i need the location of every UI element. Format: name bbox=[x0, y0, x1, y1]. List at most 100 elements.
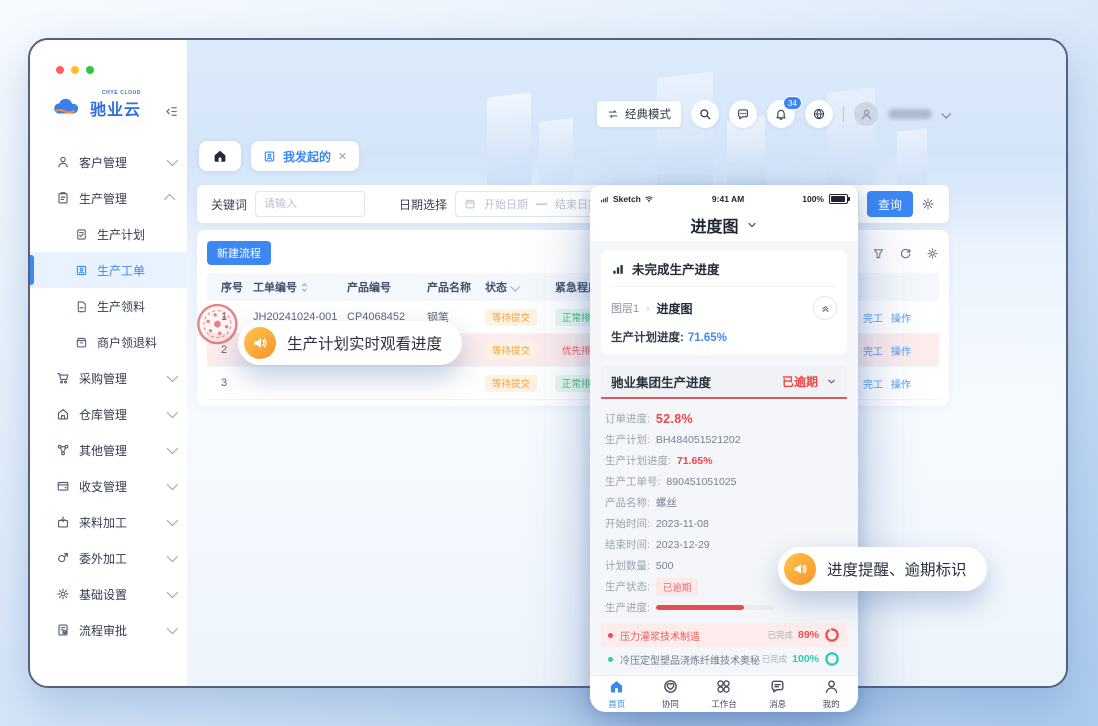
speaker-icon[interactable] bbox=[244, 327, 276, 359]
chevron-down-icon bbox=[167, 371, 178, 382]
battery-percent: 100% bbox=[802, 194, 824, 204]
keyword-input[interactable] bbox=[255, 191, 365, 217]
row-action-link[interactable]: 操作 bbox=[891, 376, 911, 391]
sidebar-item-incoming[interactable]: 来料加工 bbox=[30, 504, 187, 540]
sidebar-item-merchant-return[interactable]: 商户领退料 bbox=[30, 324, 187, 360]
process-row[interactable]: 压力灌浆技术制造已完成89% bbox=[601, 623, 847, 647]
chevron-down-icon bbox=[167, 155, 178, 166]
plan-progress-line: 生产计划进度:71.65% bbox=[611, 329, 837, 345]
detail-label: 产品名称: bbox=[605, 495, 650, 510]
completion-ring-icon bbox=[824, 651, 840, 667]
sidebar-item-picking[interactable]: 生产领料 bbox=[30, 288, 187, 324]
sidebar-menu: 客户管理生产管理生产计划生产工单生产领料商户领退料采购管理仓库管理其他管理收支管… bbox=[30, 144, 187, 648]
chevron-up-icon bbox=[164, 194, 175, 205]
signal-icon bbox=[600, 194, 610, 204]
detail-value: 2023-11-08 bbox=[656, 518, 709, 530]
date-range-picker[interactable]: 开始日期 — 结束日期 bbox=[455, 191, 608, 217]
filter-settings-icon[interactable] bbox=[921, 197, 935, 211]
window-controls[interactable] bbox=[56, 66, 94, 74]
search-button[interactable] bbox=[691, 100, 719, 128]
sidebar-item-finance[interactable]: 收支管理 bbox=[30, 468, 187, 504]
detail-row: 订单进度:52.8% bbox=[605, 408, 843, 429]
sidebar-item-base-settings[interactable]: 基础设置 bbox=[30, 576, 187, 612]
phone-nav-nhome[interactable]: 首页 bbox=[590, 676, 644, 712]
sidebar-item-label: 仓库管理 bbox=[79, 406, 127, 423]
phone-nav-nmsg[interactable]: 消息 bbox=[751, 676, 805, 712]
close-window-button[interactable] bbox=[56, 66, 64, 74]
detail-label: 生产工单号: bbox=[605, 474, 660, 489]
row-action-link[interactable]: 完工 bbox=[863, 376, 883, 391]
column-header[interactable]: 状态 bbox=[485, 279, 555, 295]
process-row[interactable]: 冷压定型塑品浇炼纤维技术奥秘已完成100% bbox=[601, 647, 847, 671]
sidebar-item-label: 收支管理 bbox=[79, 478, 127, 495]
collapse-card-button[interactable] bbox=[813, 296, 837, 320]
phone-nav-nmine[interactable]: 我的 bbox=[804, 676, 858, 712]
detail-row: 开始时间:2023-11-08 bbox=[605, 513, 843, 534]
filter-funnel-icon[interactable] bbox=[872, 247, 885, 260]
detail-row: 产品名称:螺丝 bbox=[605, 492, 843, 513]
tab-my-initiated[interactable]: 我发起的 ✕ bbox=[251, 141, 359, 171]
group-progress-header[interactable]: 驰业集团生产进度 已逾期 bbox=[601, 365, 847, 399]
column-header[interactable]: 序号 bbox=[221, 279, 253, 295]
row-action-link[interactable]: 完工 bbox=[863, 310, 883, 325]
sidebar-item-production[interactable]: 生产管理 bbox=[30, 180, 187, 216]
phone-bottom-nav: 首页协同工作台消息 我的 bbox=[590, 675, 858, 712]
chevron-down-icon bbox=[167, 551, 178, 562]
sidebar-item-purchase[interactable]: 采购管理 bbox=[30, 360, 187, 396]
speaker-icon[interactable] bbox=[784, 553, 816, 585]
cart-icon bbox=[56, 371, 70, 385]
appr-icon bbox=[56, 623, 70, 637]
row-action-link[interactable]: 操作 bbox=[891, 343, 911, 358]
column-header[interactable]: 工单编号 bbox=[253, 279, 347, 295]
sidebar-item-warehouse[interactable]: 仓库管理 bbox=[30, 396, 187, 432]
detail-row: 生产进度: bbox=[605, 597, 843, 618]
language-button[interactable] bbox=[805, 100, 833, 128]
notifications-button[interactable]: 34 bbox=[767, 100, 795, 128]
phone-nav-nwork[interactable]: 工作台 bbox=[697, 676, 751, 712]
messages-button[interactable] bbox=[729, 100, 757, 128]
chevron-down-icon bbox=[746, 219, 758, 231]
sidebar-item-workorder[interactable]: 生产工单 bbox=[30, 252, 187, 288]
nhome-icon bbox=[608, 678, 625, 697]
out-icon bbox=[56, 551, 70, 565]
chevron-down-icon[interactable] bbox=[510, 281, 520, 291]
globe-icon bbox=[812, 107, 826, 121]
phone-page-title[interactable]: 进度图 bbox=[590, 207, 858, 243]
sidebar-item-outsourcing[interactable]: 委外加工 bbox=[30, 540, 187, 576]
classic-mode-button[interactable]: 经典模式 bbox=[597, 101, 681, 127]
column-header[interactable]: 产品编号 bbox=[347, 279, 427, 295]
home-tab-button[interactable] bbox=[199, 141, 241, 171]
card-icon bbox=[75, 264, 88, 277]
column-header[interactable]: 产品名称 bbox=[427, 279, 485, 295]
minimize-window-button[interactable] bbox=[71, 66, 79, 74]
new-process-button[interactable]: 新建流程 bbox=[207, 241, 271, 265]
sidebar-item-approval[interactable]: 流程审批 bbox=[30, 612, 187, 648]
close-tab-icon[interactable]: ✕ bbox=[338, 150, 347, 163]
sidebar-item-label: 来料加工 bbox=[79, 514, 127, 531]
detail-row: 生产计划:BH484051521202 bbox=[605, 429, 843, 450]
user-avatar[interactable] bbox=[854, 102, 878, 126]
column-settings-icon[interactable] bbox=[926, 247, 939, 260]
sidebar-collapse-icon[interactable] bbox=[164, 104, 179, 124]
status-badge: 等待提交 bbox=[485, 342, 537, 359]
sidebar-item-customer[interactable]: 客户管理 bbox=[30, 144, 187, 180]
row-action-link[interactable]: 完工 bbox=[863, 343, 883, 358]
search-submit-button[interactable]: 查询 bbox=[867, 191, 913, 217]
zoom-window-button[interactable] bbox=[86, 66, 94, 74]
row-action-link[interactable]: 操作 bbox=[891, 310, 911, 325]
completion-ring-icon bbox=[824, 627, 840, 643]
sidebar-item-other[interactable]: 其他管理 bbox=[30, 432, 187, 468]
toolbar-divider bbox=[843, 106, 844, 122]
phone-nav-ncollab[interactable]: 协同 bbox=[644, 676, 698, 712]
brand-name: 驰业云 CHYE CLOUD bbox=[90, 96, 141, 120]
user-name-redacted bbox=[888, 109, 932, 119]
nav-label: 消息 bbox=[769, 698, 786, 710]
chevron-down-icon bbox=[167, 587, 178, 598]
sort-icon[interactable] bbox=[300, 282, 309, 293]
refresh-icon[interactable] bbox=[899, 247, 912, 260]
top-toolbar: 经典模式 34 bbox=[197, 100, 949, 128]
nmsg-icon bbox=[769, 678, 786, 697]
home-icon bbox=[212, 148, 228, 164]
status-badge: 等待提交 bbox=[485, 309, 537, 326]
sidebar-item-plan[interactable]: 生产计划 bbox=[30, 216, 187, 252]
